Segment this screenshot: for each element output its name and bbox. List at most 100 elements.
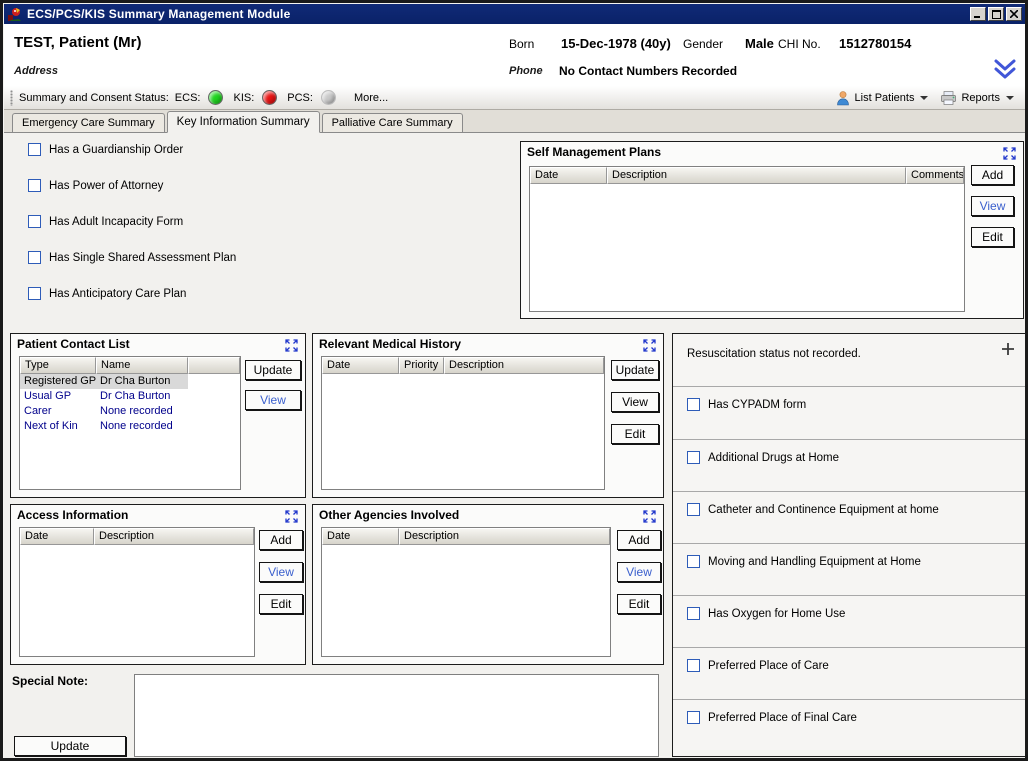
other-agencies-title: Other Agencies Involved	[319, 508, 459, 522]
medical-history-table[interactable]: Date Priority Description	[321, 356, 605, 490]
list-patients-button[interactable]: List Patients	[832, 88, 932, 108]
column-description[interactable]: Description	[399, 528, 610, 545]
relevant-medical-history-title: Relevant Medical History	[319, 337, 461, 351]
key-information-summary-page: Has a Guardianship Order Has Power of At…	[4, 132, 1025, 758]
contact-type: Registered GP	[20, 374, 96, 389]
reports-caret-icon	[1006, 96, 1014, 100]
power-of-attorney-checkbox[interactable]	[28, 179, 41, 192]
minimize-icon	[974, 10, 982, 18]
table-header: Date Description	[20, 528, 254, 545]
patient-contact-table[interactable]: Type Name Registered GP Dr Cha Burton Us…	[19, 356, 241, 490]
column-description[interactable]: Description	[94, 528, 254, 545]
tab-key-information-summary[interactable]: Key Information Summary	[167, 111, 320, 133]
other-agencies-table[interactable]: Date Description	[321, 527, 611, 657]
address-label: Address	[14, 65, 58, 77]
self-management-plans-table[interactable]: Date Description Comments	[529, 166, 965, 312]
medical-history-expand-icon[interactable]	[643, 339, 656, 352]
flag-power-of-attorney: Has Power of Attorney	[28, 179, 163, 192]
contact-row-next-of-kin[interactable]: Next of Kin None recorded	[20, 419, 240, 434]
special-note-update-button[interactable]: Update	[14, 736, 126, 756]
other-agencies-expand-icon[interactable]	[643, 510, 656, 523]
contact-row-registered-gp[interactable]: Registered GP Dr Cha Burton	[20, 374, 240, 389]
gender-value: Male	[745, 36, 774, 51]
contact-name: None recorded	[96, 404, 188, 419]
contact-row-usual-gp[interactable]: Usual GP Dr Cha Burton	[20, 389, 240, 404]
close-button[interactable]	[1006, 7, 1022, 21]
other-agencies-view-button[interactable]: View	[617, 562, 661, 582]
medical-history-edit-button[interactable]: Edit	[611, 424, 659, 444]
medical-history-view-button[interactable]: View	[611, 392, 659, 412]
moving-handling-row: Moving and Handling Equipment at Home	[673, 543, 1025, 595]
self-management-expand-icon[interactable]	[1003, 147, 1016, 160]
ecs-label: ECS:	[175, 92, 201, 104]
access-information-panel: Access Information Date Description Add …	[10, 504, 306, 665]
access-information-edit-button[interactable]: Edit	[259, 594, 303, 614]
contact-name: Dr Cha Burton	[96, 374, 188, 389]
contact-row-carer[interactable]: Carer None recorded	[20, 404, 240, 419]
summary-tabs: Emergency Care Summary Key Information S…	[4, 110, 1025, 132]
more-link[interactable]: More...	[354, 92, 388, 104]
self-management-add-button[interactable]: Add	[971, 165, 1014, 185]
cypadm-checkbox[interactable]	[687, 398, 700, 411]
reports-label: Reports	[961, 92, 1000, 104]
moving-handling-checkbox[interactable]	[687, 555, 700, 568]
column-priority[interactable]: Priority	[399, 357, 444, 374]
column-type[interactable]: Type	[20, 357, 96, 374]
other-agencies-add-button[interactable]: Add	[617, 530, 661, 550]
self-management-edit-button[interactable]: Edit	[971, 227, 1014, 247]
access-information-view-button[interactable]: View	[259, 562, 303, 582]
born-value: 15-Dec-1978 (40y)	[561, 36, 671, 51]
medical-history-update-button[interactable]: Update	[611, 360, 659, 380]
contact-type: Carer	[20, 404, 96, 419]
column-description[interactable]: Description	[607, 167, 906, 184]
table-header: Type Name	[20, 357, 240, 374]
column-blank[interactable]	[188, 357, 240, 374]
patient-contact-list-panel: Patient Contact List Type Name Registere…	[10, 333, 306, 498]
self-management-plans-panel: Self Management Plans Date Description C…	[520, 141, 1024, 319]
minimize-button[interactable]	[970, 7, 986, 21]
preferred-place-final-care-row: Preferred Place of Final Care	[673, 699, 1025, 756]
table-header: Date Description	[322, 528, 610, 545]
anticipatory-care-plan-checkbox[interactable]	[28, 287, 41, 300]
column-date[interactable]: Date	[322, 528, 399, 545]
access-information-table[interactable]: Date Description	[19, 527, 255, 657]
list-patients-label: List Patients	[855, 92, 915, 104]
special-note-input[interactable]	[134, 674, 659, 757]
column-comments[interactable]: Comments	[906, 167, 964, 184]
preferred-place-final-care-flag: Preferred Place of Final Care	[687, 711, 857, 724]
other-agencies-edit-button[interactable]: Edit	[617, 594, 661, 614]
add-resuscitation-icon[interactable]	[1001, 342, 1015, 356]
expand-demographics-icon[interactable]	[992, 58, 1018, 80]
adult-incapacity-checkbox[interactable]	[28, 215, 41, 228]
additional-drugs-checkbox[interactable]	[687, 451, 700, 464]
column-description[interactable]: Description	[444, 357, 604, 374]
patient-contact-expand-icon[interactable]	[285, 339, 298, 352]
tab-palliative-care-summary[interactable]: Palliative Care Summary	[322, 113, 463, 132]
access-information-expand-icon[interactable]	[285, 510, 298, 523]
cypadm-row: Has CYPADM form	[673, 386, 1025, 439]
single-shared-assessment-label: Has Single Shared Assessment Plan	[49, 252, 236, 264]
preferred-place-final-care-checkbox[interactable]	[687, 711, 700, 724]
column-name[interactable]: Name	[96, 357, 188, 374]
column-date[interactable]: Date	[20, 528, 94, 545]
patient-header: TEST, Patient (Mr) Born 15-Dec-1978 (40y…	[4, 24, 1025, 86]
kis-label: KIS:	[233, 92, 254, 104]
phone-label: Phone	[509, 65, 543, 77]
self-management-view-button[interactable]: View	[971, 196, 1014, 216]
oxygen-checkbox[interactable]	[687, 607, 700, 620]
maximize-button[interactable]	[988, 7, 1004, 21]
access-information-add-button[interactable]: Add	[259, 530, 303, 550]
column-date[interactable]: Date	[322, 357, 399, 374]
tab-emergency-care-summary[interactable]: Emergency Care Summary	[12, 113, 165, 132]
guardianship-order-checkbox[interactable]	[28, 143, 41, 156]
chi-label: CHI No.	[778, 37, 821, 51]
flag-guardianship-order: Has a Guardianship Order	[28, 143, 183, 156]
reports-button[interactable]: Reports	[937, 88, 1017, 108]
single-shared-assessment-checkbox[interactable]	[28, 251, 41, 264]
preferred-place-care-checkbox[interactable]	[687, 659, 700, 672]
catheter-continence-label: Catheter and Continence Equipment at hom…	[708, 504, 939, 516]
catheter-continence-checkbox[interactable]	[687, 503, 700, 516]
patient-contact-view-button[interactable]: View	[245, 390, 301, 410]
column-date[interactable]: Date	[530, 167, 607, 184]
patient-contact-update-button[interactable]: Update	[245, 360, 301, 380]
